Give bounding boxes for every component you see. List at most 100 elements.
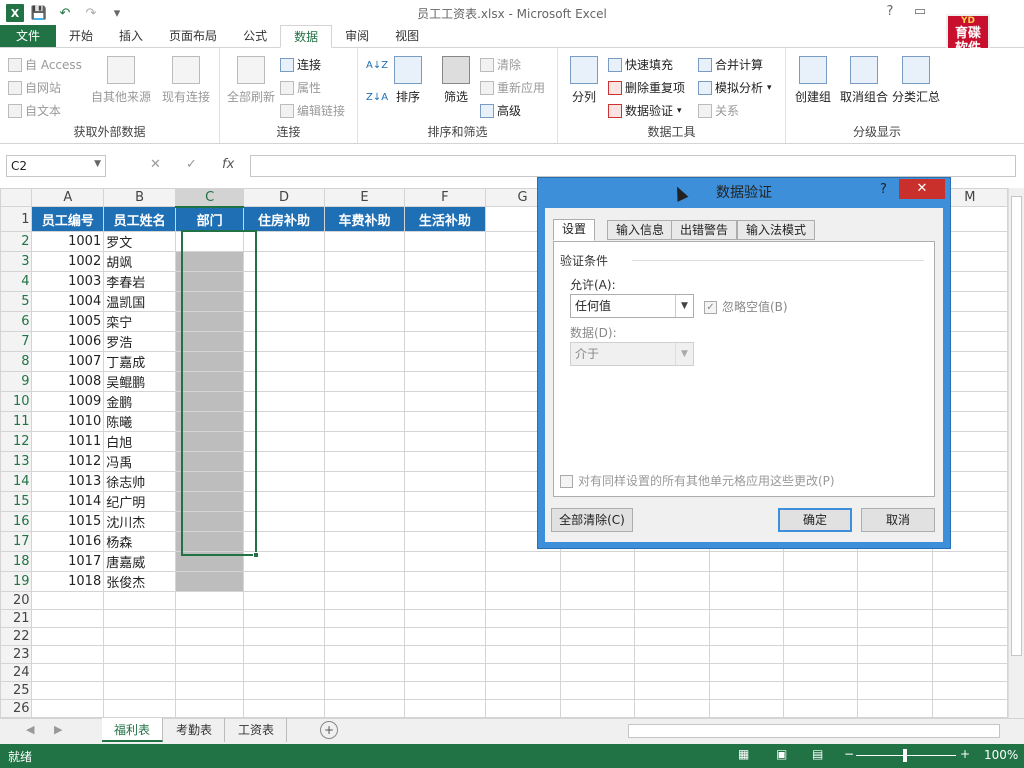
employee-id-cell[interactable]: 1001 (31, 231, 105, 252)
cell[interactable] (484, 571, 561, 592)
cell[interactable] (404, 609, 486, 628)
cell[interactable] (243, 411, 325, 432)
chevron-down-icon[interactable]: ▼ (675, 295, 693, 317)
cell[interactable] (103, 699, 176, 718)
department-cell[interactable] (174, 491, 245, 512)
department-cell[interactable] (174, 291, 245, 312)
what-if-button[interactable]: 模拟分析 ▾ (698, 79, 772, 96)
cell[interactable] (931, 645, 1008, 664)
cell[interactable] (484, 627, 561, 646)
cell[interactable] (174, 591, 245, 610)
cell[interactable] (31, 699, 105, 718)
row-header[interactable]: 22 (0, 627, 33, 646)
cell[interactable] (243, 231, 325, 252)
name-box[interactable]: C2 ▼ (6, 155, 106, 177)
cell[interactable] (559, 571, 636, 592)
cell[interactable] (708, 681, 784, 700)
department-cell[interactable] (174, 511, 245, 532)
cell[interactable] (103, 663, 176, 682)
header-cell[interactable]: 生活补助 (404, 206, 486, 232)
employee-id-cell[interactable]: 1004 (31, 291, 105, 312)
cell[interactable] (243, 645, 325, 664)
row-header[interactable]: 8 (0, 351, 33, 372)
dialog-tab-input-message[interactable]: 输入信息 (607, 220, 674, 240)
cell[interactable] (782, 681, 859, 700)
cell[interactable] (484, 645, 561, 664)
zoom-slider-thumb[interactable] (903, 749, 907, 762)
cell[interactable] (404, 271, 486, 292)
tab-review[interactable]: 审阅 (332, 25, 382, 47)
zoom-level[interactable]: 100% (984, 748, 1018, 762)
cell[interactable] (559, 663, 636, 682)
department-cell[interactable] (174, 311, 245, 332)
row-header[interactable]: 7 (0, 331, 33, 352)
employee-id-cell[interactable]: 1007 (31, 351, 105, 372)
cell[interactable] (103, 627, 176, 646)
cell[interactable] (404, 531, 486, 552)
cell[interactable] (243, 371, 325, 392)
cell[interactable] (31, 663, 105, 682)
remove-duplicates-button[interactable]: 删除重复项 (608, 79, 685, 96)
cell[interactable] (404, 251, 486, 272)
cell[interactable] (708, 609, 784, 628)
cell[interactable] (243, 699, 325, 718)
cell[interactable] (243, 391, 325, 412)
relationships-button[interactable]: 关系 (698, 102, 739, 119)
cell[interactable] (559, 681, 636, 700)
clear-all-button[interactable]: 全部清除(C) (551, 508, 633, 532)
employee-name-cell[interactable]: 陈曦 (103, 411, 176, 432)
cell[interactable] (323, 411, 406, 432)
tab-page-layout[interactable]: 页面布局 (156, 25, 230, 47)
cell[interactable] (243, 627, 325, 646)
cell[interactable] (243, 271, 325, 292)
redo-icon[interactable]: ↷ (80, 2, 102, 24)
cell[interactable] (404, 291, 486, 312)
cell[interactable] (243, 291, 325, 312)
cell[interactable] (323, 551, 406, 572)
customize-qat-icon[interactable]: ▾ (106, 2, 128, 24)
cell[interactable] (404, 591, 486, 610)
department-cell[interactable] (174, 551, 245, 572)
flash-fill-button[interactable]: 快速填充 (608, 56, 673, 73)
select-all-corner[interactable] (0, 188, 33, 207)
tab-formulas[interactable]: 公式 (230, 25, 280, 47)
dialog-help-button[interactable]: ? (880, 182, 887, 197)
cell[interactable] (782, 645, 859, 664)
column-header[interactable]: D (243, 188, 325, 207)
cancel-entry-icon[interactable]: ✕ (150, 157, 161, 172)
cell[interactable] (708, 699, 784, 718)
cell[interactable] (174, 699, 245, 718)
department-cell[interactable] (174, 271, 245, 292)
cell[interactable] (708, 663, 784, 682)
department-cell[interactable] (174, 451, 245, 472)
employee-name-cell[interactable]: 栾宁 (103, 311, 176, 332)
cell[interactable] (243, 663, 325, 682)
cell[interactable] (782, 591, 859, 610)
ignore-blank-checkbox[interactable]: ✓ 忽略空值(B) (704, 298, 788, 315)
properties-button[interactable]: 属性 (280, 79, 321, 96)
row-header[interactable]: 1 (0, 206, 33, 232)
cell[interactable] (484, 609, 561, 628)
from-text-button[interactable]: 自文本 (8, 102, 61, 119)
employee-name-cell[interactable]: 李春岩 (103, 271, 176, 292)
cell[interactable] (243, 331, 325, 352)
cell[interactable] (174, 681, 245, 700)
employee-id-cell[interactable]: 1014 (31, 491, 105, 512)
cell[interactable] (174, 645, 245, 664)
cell[interactable] (243, 431, 325, 452)
cell[interactable] (404, 571, 486, 592)
row-header[interactable]: 11 (0, 411, 33, 432)
cell[interactable] (323, 271, 406, 292)
page-layout-view-icon[interactable]: ▣ (776, 747, 787, 761)
cell[interactable] (323, 231, 406, 252)
from-access-button[interactable]: 自 Access (8, 56, 82, 73)
cell[interactable] (323, 431, 406, 452)
row-header[interactable]: 25 (0, 681, 33, 700)
cell[interactable] (323, 371, 406, 392)
cell[interactable] (323, 491, 406, 512)
normal-view-icon[interactable]: ▦ (738, 747, 749, 761)
cell[interactable] (559, 609, 636, 628)
cell[interactable] (323, 251, 406, 272)
cell[interactable] (323, 511, 406, 532)
department-cell[interactable] (174, 391, 245, 412)
